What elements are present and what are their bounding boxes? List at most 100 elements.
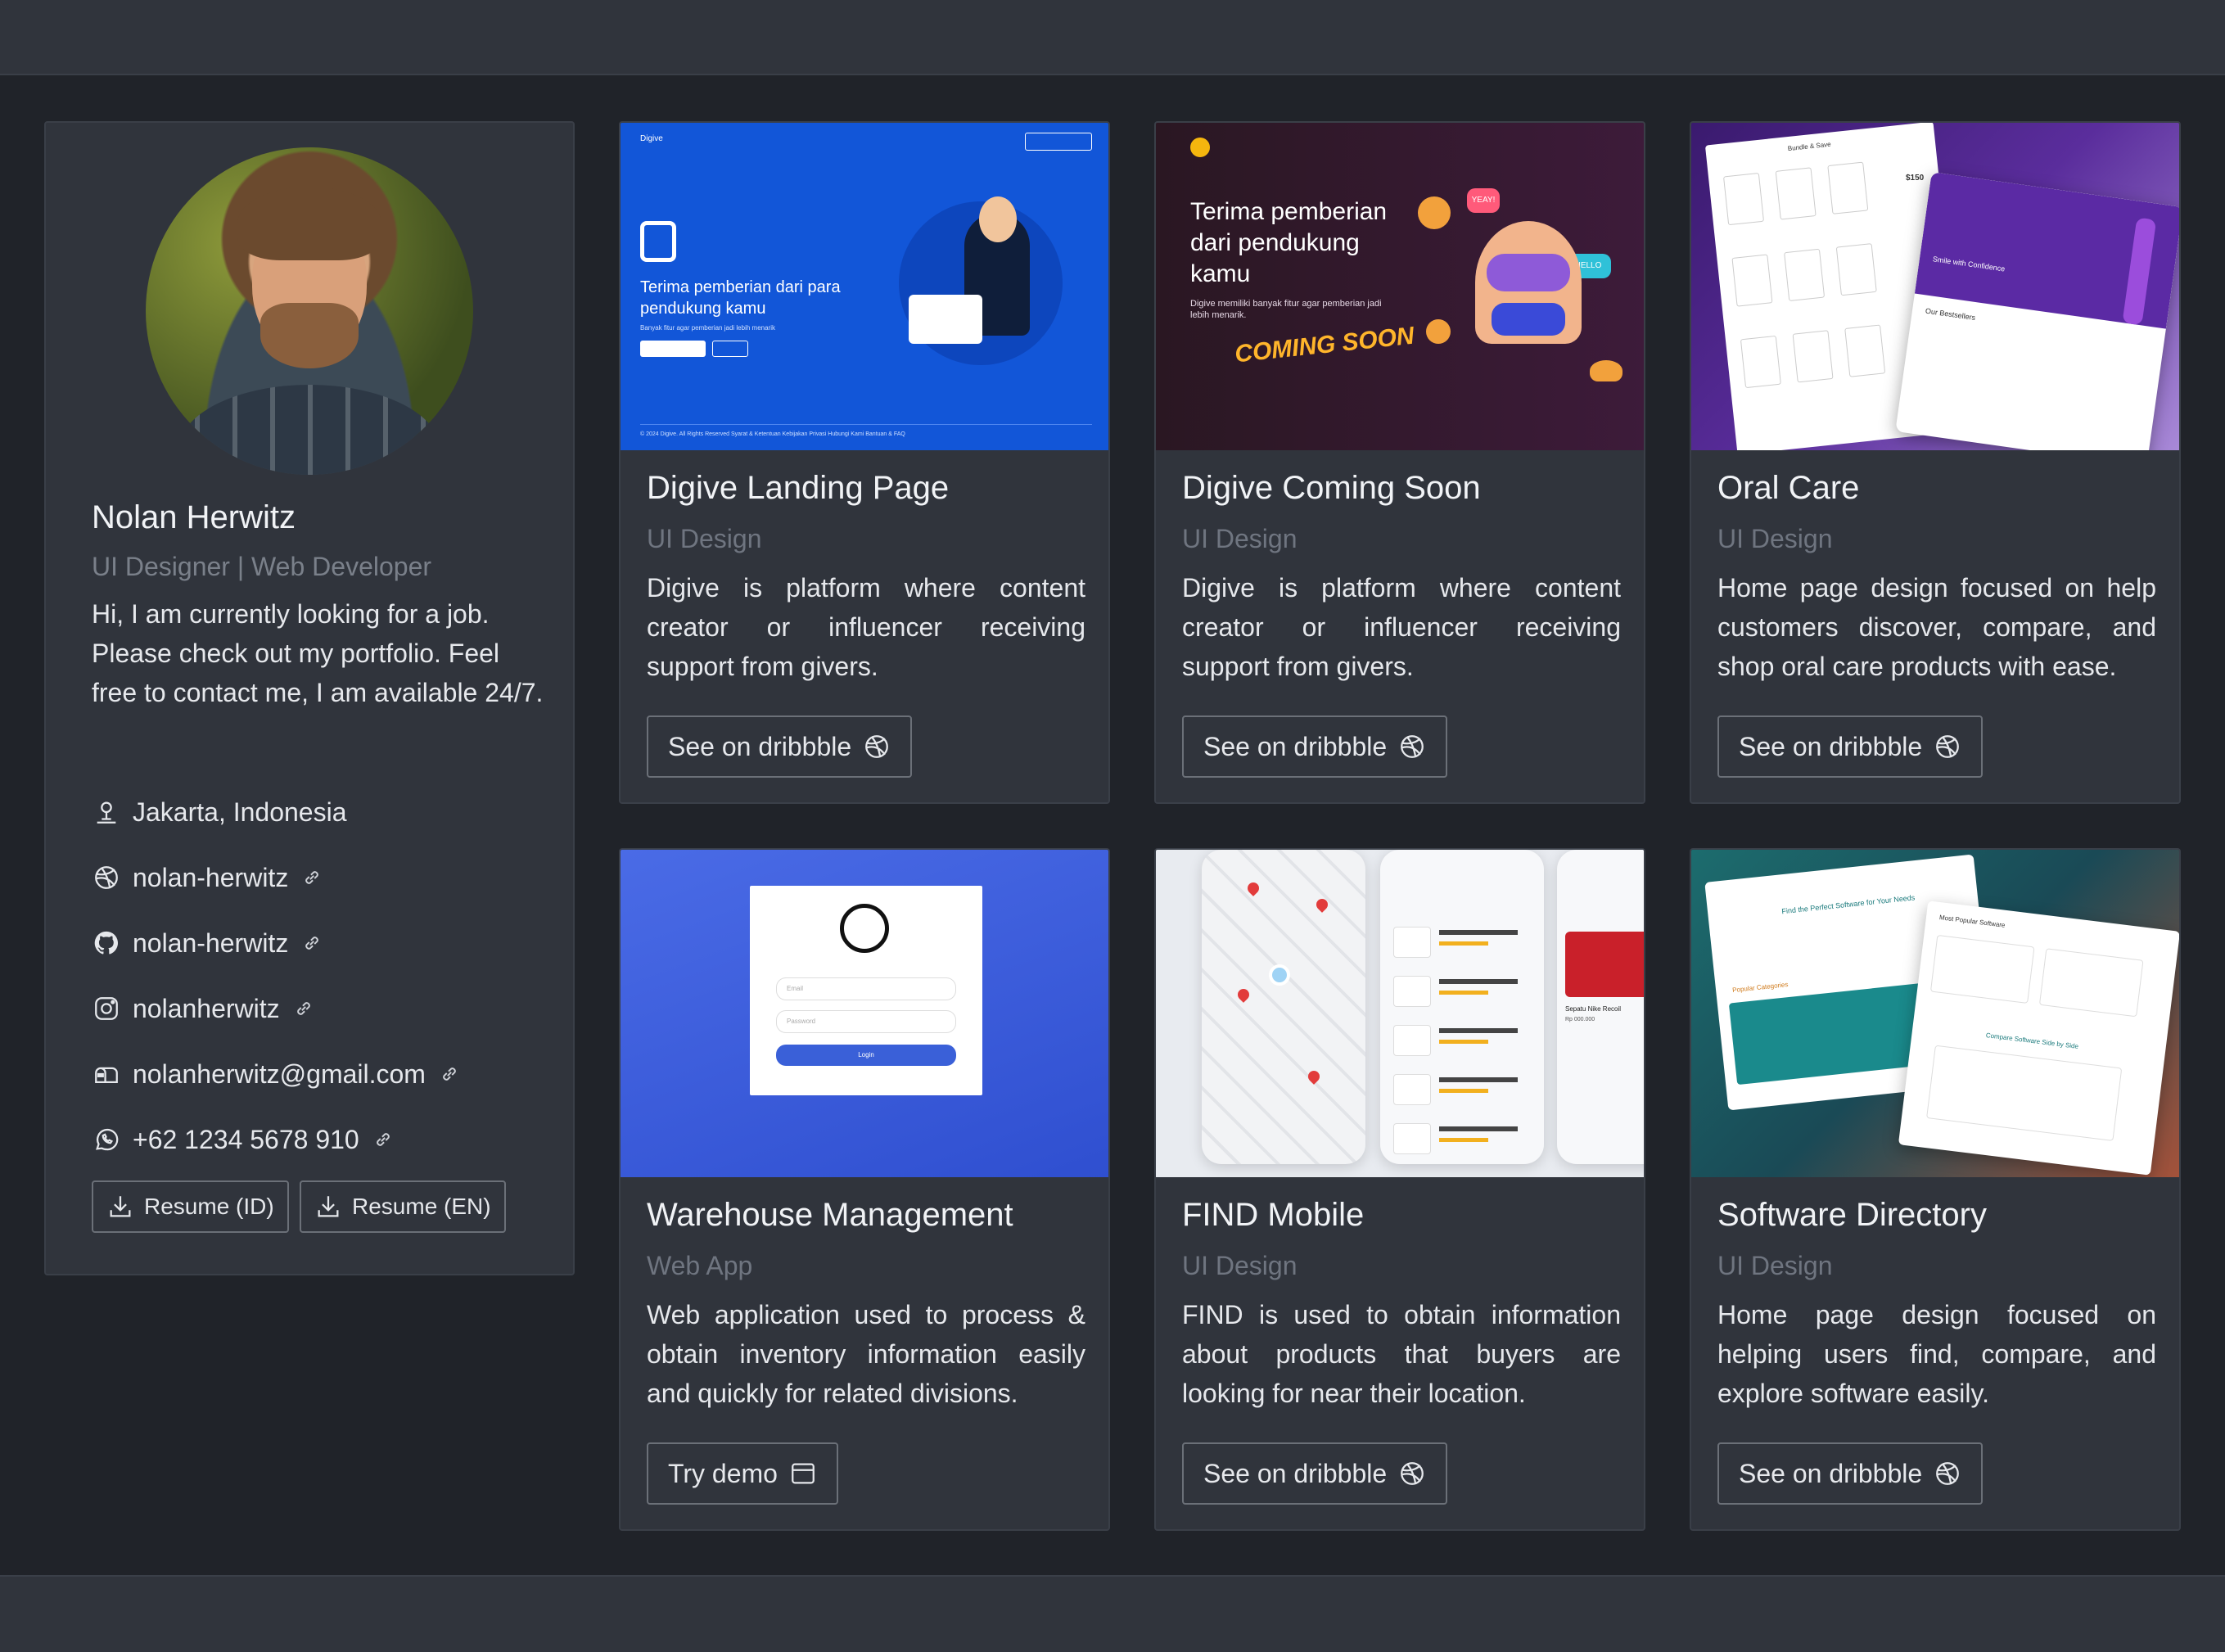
project-thumbnail[interactable]: Sepatu Nike Recoil Rp 000.000 [1156,850,1644,1177]
email-address[interactable]: nolanherwitz@gmail.com [133,1059,426,1090]
thumb-brand: Digive [640,134,663,143]
illustration-pizza [1590,360,1622,381]
github-handle[interactable]: nolan-herwitz [133,928,288,959]
see-on-dribbble-button[interactable]: See on dribbble [1717,715,1984,778]
project-thumbnail[interactable]: Bundle & Save Smile with Confidence Our … [1691,123,2179,450]
resume-en-button[interactable]: Resume (EN) [300,1180,506,1233]
resume-id-label: Resume (ID) [144,1194,274,1219]
thumb-primary-button [640,341,706,357]
location-text: Jakarta, Indonesia [133,797,347,827]
contact-dribbble[interactable]: nolan-herwitz [92,858,323,897]
project-thumbnail[interactable]: Find the Perfect Software for Your Needs… [1691,850,2179,1177]
mock-email-field: Email [776,977,956,1000]
mockup-phone-list [1380,850,1544,1164]
phone-number[interactable]: +62 1234 5678 910 [133,1125,359,1155]
see-on-dribbble-button[interactable]: See on dribbble [1182,1442,1448,1505]
login-mockup: Email Password Login [750,886,982,1095]
contact-github[interactable]: nolan-herwitz [92,923,323,963]
profile-role: UI Designer | Web Developer [92,552,432,581]
project-thumbnail[interactable]: Digive Terima pemberian dari para penduk… [621,123,1108,450]
mockup-sheet: Most Popular Software Compare Software S… [1898,900,2179,1176]
thumb-label: Most Popular Software [1938,914,2006,929]
mockup-phone-map [1202,850,1365,1164]
top-bar [0,0,2225,75]
illustration-rocket [1426,319,1451,344]
contact-location: Jakarta, Indonesia [92,792,347,832]
project-description: Digive is platform where content creator… [1182,573,1621,681]
resume-en-label: Resume (EN) [352,1194,491,1219]
thumb-label: Popular Categories [1731,981,1789,995]
action-label: See on dribbble [1739,731,1923,761]
thumb-label: Our Bestsellers [1925,306,1976,323]
project-thumbnail[interactable]: Email Password Login [621,850,1108,1177]
coming-soon-badge: COMING SOON [1233,322,1416,368]
bottom-bar [0,1575,2225,1652]
project-description: FIND is used to obtain information about… [1182,1300,1621,1408]
project-title: Software Directory [1717,1197,1987,1233]
speech-bubble: YEAY! [1467,188,1500,213]
profile-name: Nolan Herwitz [92,499,296,535]
project-card: Sepatu Nike Recoil Rp 000.000 FIND Mobil… [1154,848,1645,1531]
project-title: Oral Care [1717,470,1860,506]
avatar [146,147,473,475]
project-category: UI Design [1182,524,1298,553]
external-link-icon[interactable] [301,932,323,954]
download-icon [110,1196,131,1217]
project-card: Terima pemberian dari pendukung kamu Dig… [1154,121,1645,804]
illustration-mug [1418,196,1451,229]
instagram-icon [92,994,121,1023]
location-pin-icon [92,797,121,827]
external-link-icon[interactable] [439,1063,460,1085]
see-on-dribbble-button[interactable]: See on dribbble [1182,715,1448,778]
project-card: Email Password Login Warehouse Managemen… [619,848,1110,1531]
profile-bio: Hi, I am currently looking for a job. Pl… [92,599,544,707]
dribbble-icon [1936,735,1960,758]
see-on-dribbble-button[interactable]: See on dribbble [647,715,913,778]
thumb-heading: Terima pemberian dari pendukung kamu [1190,198,1388,287]
gift-icon [640,221,676,262]
try-demo-button[interactable]: Try demo [647,1442,838,1505]
project-description: Digive is platform where content creator… [647,573,1085,681]
instagram-handle[interactable]: nolanherwitz [133,994,280,1024]
mockup-tablet: Smile with Confidence Our Bestsellers [1895,171,2179,450]
dribbble-handle[interactable]: nolan-herwitz [133,863,288,893]
thumb-label: Bundle & Save [1787,140,1831,153]
contact-instagram[interactable]: nolanherwitz [92,989,314,1028]
dribbble-icon [1401,735,1424,758]
contact-email[interactable]: nolanherwitz@gmail.com [92,1054,460,1094]
external-link-icon[interactable] [372,1129,394,1150]
project-category: Web App [647,1251,753,1280]
see-on-dribbble-button[interactable]: See on dribbble [1717,1442,1984,1505]
browser-window-icon [792,1463,815,1484]
thumb-label: Smile with Confidence [1932,255,2006,273]
resume-id-button[interactable]: Resume (ID) [92,1180,289,1233]
project-description: Home page design focused on help custome… [1717,573,2156,681]
project-category: UI Design [647,524,762,553]
external-link-icon[interactable] [301,867,323,888]
project-thumbnail[interactable]: Terima pemberian dari pendukung kamu Dig… [1156,123,1644,450]
project-category: UI Design [1182,1251,1298,1280]
project-card: Bundle & Save Smile with Confidence Our … [1690,121,2181,804]
avatar-shirt [178,385,440,475]
project-title: Warehouse Management [647,1197,1013,1233]
contact-whatsapp[interactable]: +62 1234 5678 910 [92,1120,394,1159]
project-title: Digive Landing Page [647,470,950,506]
action-label: See on dribbble [1739,1458,1923,1488]
project-card: Find the Perfect Software for Your Needs… [1690,848,2181,1531]
project-description: Home page design focused on helping user… [1717,1300,2156,1408]
mock-password-field: Password [776,1010,956,1033]
thumb-heading: Terima pemberian dari para pendukung kam… [640,278,841,318]
thumb-subtitle: Digive memiliki banyak fitur agar pember… [1190,299,1382,320]
avatar-beard [260,303,359,368]
dribbble-icon [92,863,121,892]
project-card: Digive Terima pemberian dari para penduk… [619,121,1110,804]
mailbox-icon [92,1059,121,1089]
external-link-icon[interactable] [293,998,314,1019]
thumb-price: $150 [1906,174,1925,183]
thumb-label: Compare Software Side by Side [1985,1031,2079,1050]
project-category: UI Design [1717,524,1833,553]
action-label: See on dribbble [668,731,852,761]
thumb-nav-buttons [1025,133,1092,151]
illustration-basket [909,295,982,344]
github-icon [92,928,121,958]
